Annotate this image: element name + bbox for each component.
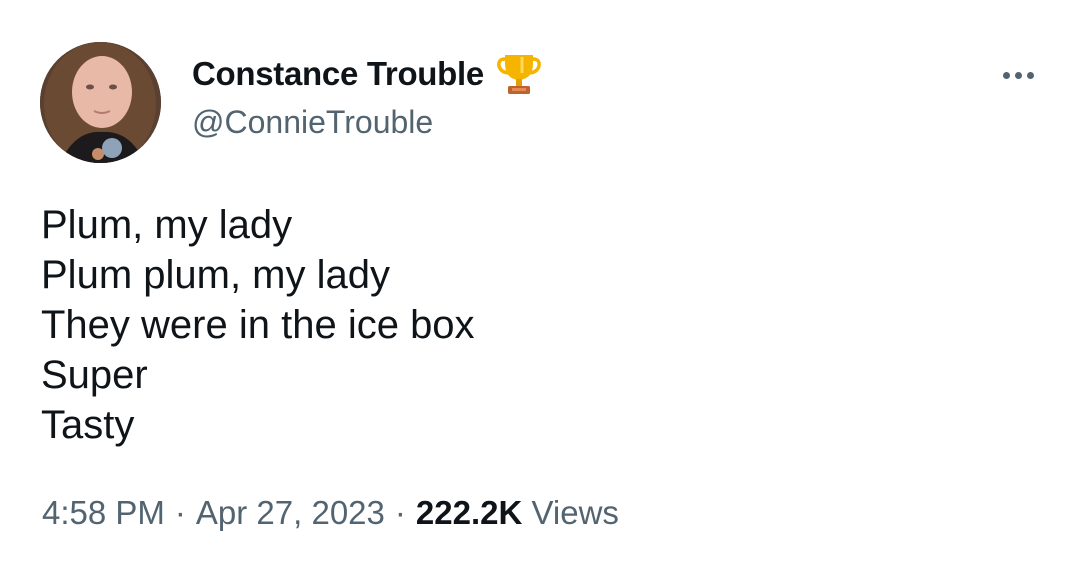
ellipsis-icon	[1014, 71, 1022, 79]
tweet-line: Plum plum, my lady	[41, 253, 390, 297]
separator: ·	[174, 494, 186, 531]
display-name[interactable]: Constance Trouble	[192, 55, 484, 93]
more-options-button[interactable]	[996, 62, 1040, 88]
tweet-date[interactable]: Apr 27, 2023	[196, 494, 385, 531]
ellipsis-icon	[1026, 71, 1034, 79]
author-handle[interactable]: @ConnieTrouble	[192, 104, 433, 141]
author-name-row: Constance Trouble	[192, 52, 542, 96]
tweet-text: Plum, my lady Plum plum, my lady They we…	[41, 200, 1041, 450]
trophy-icon	[497, 55, 541, 94]
views-label: Views	[531, 494, 619, 531]
tweet-time[interactable]: 4:58 PM	[42, 494, 165, 531]
tweet-card: Constance Trouble @ConnieTrouble Plum, m…	[0, 0, 1080, 565]
tweet-line: They were in the ice box	[41, 303, 475, 347]
separator: ·	[394, 494, 406, 531]
tweet-metadata: 4:58 PM · Apr 27, 2023 · 222.2K Views	[42, 494, 619, 532]
avatar[interactable]	[40, 42, 161, 163]
tweet-line: Super	[41, 353, 148, 397]
tweet-line: Plum, my lady	[41, 203, 293, 247]
views-count: 222.2K	[415, 494, 523, 531]
profile-photo-icon	[40, 42, 161, 163]
tweet-line: Tasty	[41, 403, 135, 447]
ellipsis-icon	[1002, 71, 1010, 79]
